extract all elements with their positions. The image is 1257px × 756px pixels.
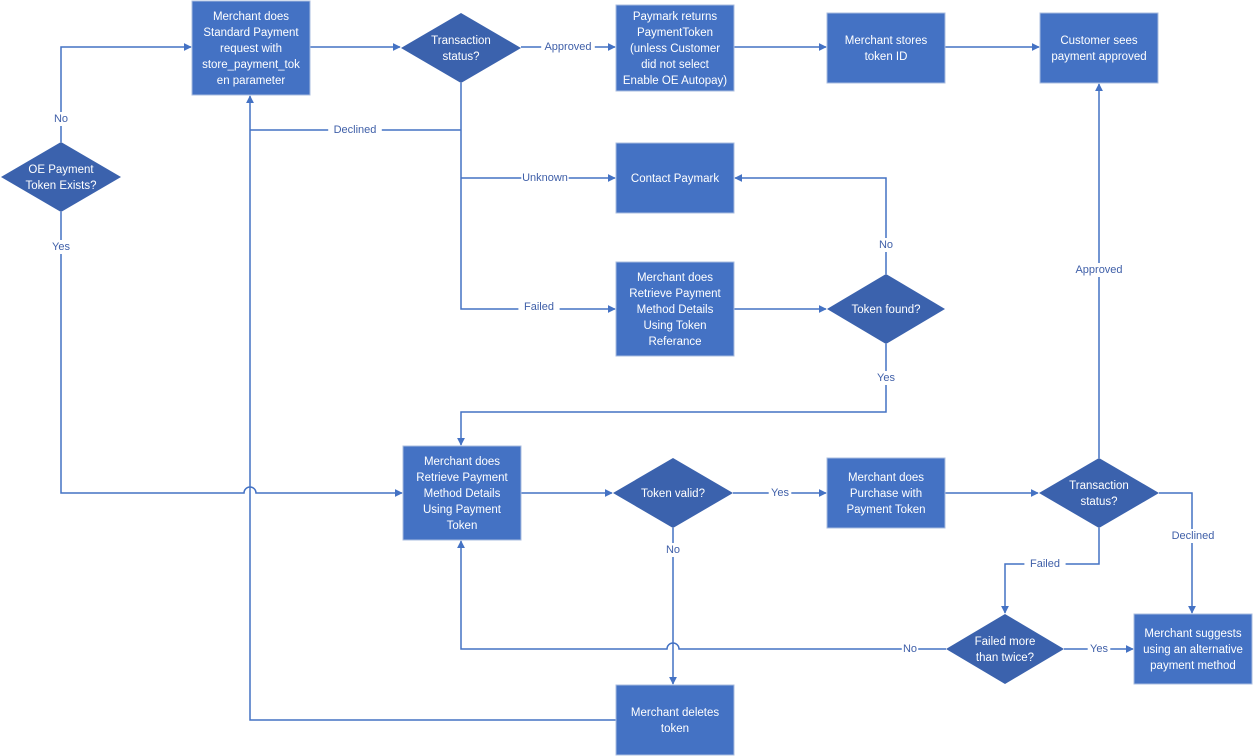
- process-box: [826, 12, 946, 84]
- edge-found-yes: [457, 344, 887, 446]
- node-text-line: Merchant does: [213, 11, 289, 23]
- node-text-line: Customer sees: [1060, 35, 1138, 47]
- edge-status2-declined: [1159, 492, 1196, 614]
- decision-diamond: [401, 13, 521, 83]
- node-text-line: token ID: [865, 51, 908, 63]
- node-paymark-returns: Paymark returns PaymentToken (unless Custo…: [615, 4, 735, 92]
- edge-label-oe-no: No: [54, 113, 68, 125]
- node-retrieve-by-reference: Merchant does Retrieve Payment Method Deta…: [615, 261, 735, 357]
- node-text-line: Merchant stores: [845, 35, 928, 47]
- node-text-line: Merchant does: [424, 456, 500, 468]
- node-text-line: Paymark returns: [633, 11, 718, 23]
- edge-label-ts1-failed: Failed: [524, 301, 554, 313]
- edge-oe-no: [60, 43, 192, 142]
- node-purchase: Merchant does Purchase with Payment Token: [826, 457, 946, 529]
- node-text-line: Enable OE Autopay): [623, 75, 727, 87]
- node-text-line: Failed more: [975, 636, 1036, 648]
- node-text-line: Using Payment: [423, 504, 502, 516]
- node-token-found: Token found?: [827, 274, 945, 344]
- node-standard-payment: Merchant does Standard Payment request wit…: [191, 0, 311, 96]
- node-text-line: token: [661, 723, 689, 735]
- node-text-line: Method Details: [637, 304, 714, 316]
- node-failed-twice: Failed more than twice?: [946, 614, 1064, 684]
- node-text-line: Retrieve Payment: [629, 288, 721, 300]
- node-text-line: Token found?: [851, 304, 920, 316]
- nodes: OE Payment Token Exists? Merchant does Stan…: [1, 0, 1253, 756]
- node-deletes-token: Merchant deletes token: [615, 684, 735, 756]
- decision-diamond: [946, 614, 1064, 684]
- edge-label-ts1-unknown: Unknown: [522, 172, 568, 184]
- node-transaction-status-2: Transaction status?: [1039, 458, 1159, 528]
- edge-status-failed: [460, 83, 616, 313]
- node-text-line: Token Exists?: [26, 180, 97, 192]
- node-text-line: request with: [220, 43, 282, 55]
- edge-label-found-no: No: [879, 239, 893, 251]
- edge-label-twice-yes: Yes: [1090, 643, 1108, 655]
- node-text-line: using an alternative: [1143, 644, 1243, 656]
- node-text-line: Using Token: [643, 320, 706, 332]
- node-text-line: Token valid?: [641, 488, 705, 500]
- node-stores-token: Merchant stores token ID: [826, 12, 946, 84]
- node-text-line: Retrieve Payment: [416, 472, 508, 484]
- decision-diamond: [1039, 458, 1159, 528]
- node-text-line: Merchant does: [848, 472, 924, 484]
- node-text-line: did not select: [641, 59, 710, 71]
- edge-deletes-to-standard: [246, 95, 616, 721]
- payment-token-flowchart: OE Payment Token Exists? Merchant does Stan…: [1, 0, 1253, 756]
- process-box: [1039, 12, 1159, 84]
- edge-label-ts2-failed: Failed: [1030, 558, 1060, 570]
- decision-diamond: [1, 142, 121, 212]
- edge-oe-yes: [60, 212, 403, 497]
- edge-label-oe-yes: Yes: [52, 241, 70, 253]
- node-retrieve-by-token: Merchant does Retrieve Payment Method Deta…: [402, 445, 522, 541]
- edge-label-valid-yes: Yes: [771, 487, 789, 499]
- node-oe-token-exists: OE Payment Token Exists?: [1, 142, 121, 212]
- node-text-line: Merchant does: [637, 272, 713, 284]
- node-text-line: Merchant deletes: [631, 707, 719, 719]
- edge-label-ts2-declined: Declined: [1172, 530, 1215, 542]
- edge-twice-no: [457, 540, 946, 650]
- edge-label-ts1-declined: Declined: [334, 124, 377, 136]
- node-text-line: than twice?: [976, 652, 1034, 664]
- node-text-line: PaymentToken: [637, 27, 713, 39]
- node-text-line: payment method: [1150, 660, 1236, 672]
- node-token-valid: Token valid?: [613, 458, 733, 528]
- node-transaction-status-1: Transaction status?: [401, 13, 521, 83]
- node-contact-paymark: Contact Paymark: [615, 142, 735, 214]
- node-text-line: status?: [442, 51, 479, 63]
- node-text-line: payment approved: [1051, 51, 1146, 63]
- process-box: [615, 684, 735, 756]
- edge-label-twice-no: No: [903, 643, 917, 655]
- edge-label-found-yes: Yes: [877, 372, 895, 384]
- node-text-line: Method Details: [424, 488, 501, 500]
- node-text-line: Payment Token: [846, 504, 925, 516]
- node-text-line: en parameter: [217, 75, 286, 87]
- node-suggest-alternative: Merchant suggests using an alternative pay…: [1133, 613, 1253, 685]
- node-text-line: Standard Payment: [203, 27, 299, 39]
- node-text-line: status?: [1080, 496, 1117, 508]
- node-text-line: OE Payment: [28, 164, 94, 176]
- edge-found-no: [734, 174, 887, 274]
- node-text-line: Merchant suggests: [1144, 628, 1241, 640]
- node-text-line: Referance: [648, 336, 701, 348]
- edge-label-ts2-approved: Approved: [1075, 264, 1122, 276]
- node-text-line: Token: [447, 520, 478, 532]
- node-customer-approved: Customer sees payment approved: [1039, 12, 1159, 84]
- node-text-line: Transaction: [1069, 480, 1129, 492]
- node-text-line: Purchase with: [850, 488, 922, 500]
- node-text-line: store_payment_tok: [202, 59, 300, 71]
- node-text-line: (unless Customer: [630, 43, 720, 55]
- edge-label-valid-no: No: [666, 544, 680, 556]
- node-text-line: Contact Paymark: [631, 173, 719, 185]
- edge-label-ts1-approved: Approved: [544, 41, 591, 53]
- node-text-line: Transaction: [431, 35, 491, 47]
